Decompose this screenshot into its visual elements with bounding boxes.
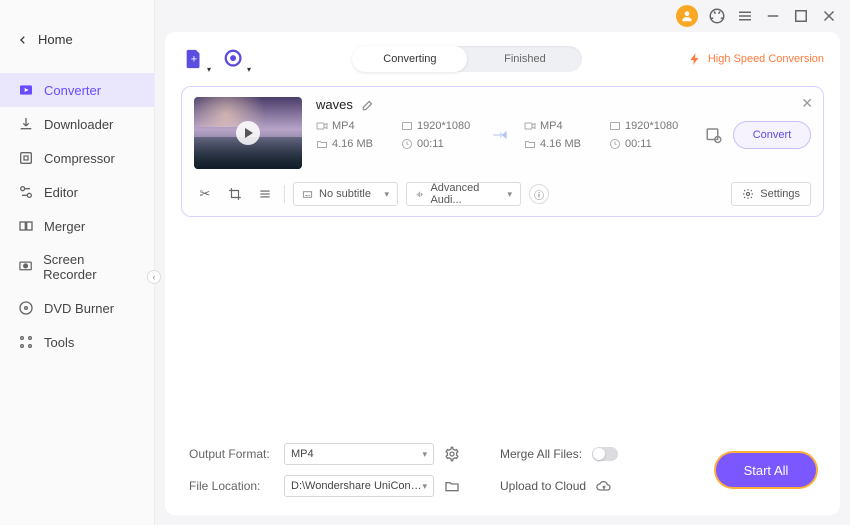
task-card: ✕ waves MP4 4.16 MB: [181, 86, 824, 217]
editor-icon: [18, 184, 34, 200]
add-file-button[interactable]: + ▾: [181, 46, 207, 72]
dst-duration: 00:11: [625, 138, 652, 150]
src-format: MP4: [332, 120, 355, 132]
dst-size: 4.16 MB: [540, 138, 581, 150]
task-settings-button[interactable]: Settings: [731, 182, 811, 206]
close-icon[interactable]: [820, 7, 838, 25]
output-settings-icon[interactable]: [705, 126, 723, 144]
crop-icon[interactable]: [224, 183, 246, 205]
start-all-button[interactable]: Start All: [716, 453, 816, 487]
edit-title-icon[interactable]: [361, 98, 375, 112]
convert-button[interactable]: Convert: [733, 121, 811, 149]
audio-select[interactable]: Advanced Audi... ▾: [406, 182, 521, 206]
info-icon[interactable]: ⓘ: [529, 184, 549, 204]
sidebar-item-compressor[interactable]: Compressor: [0, 141, 154, 175]
audio-value: Advanced Audi...: [430, 182, 501, 206]
file-location-label: File Location:: [189, 479, 274, 493]
compressor-icon: [18, 150, 34, 166]
video-icon: [524, 120, 536, 132]
sidebar-item-label: Tools: [44, 335, 74, 350]
sidebar-item-editor[interactable]: Editor: [0, 175, 154, 209]
sidebar-item-tools[interactable]: Tools: [0, 325, 154, 359]
sidebar-item-downloader[interactable]: Downloader: [0, 107, 154, 141]
merge-toggle[interactable]: [592, 447, 618, 461]
file-location-select[interactable]: D:\Wondershare UniConverter 1 ▾: [284, 475, 434, 497]
sidebar-item-converter[interactable]: Converter: [0, 73, 154, 107]
src-size: 4.16 MB: [332, 138, 373, 150]
tab-converting[interactable]: Converting: [352, 46, 467, 72]
content-card: + ▾ ▾ Converting Finished High Speed Con…: [165, 32, 840, 515]
sidebar: Home Converter Downloader Compressor Edi…: [0, 0, 155, 525]
downloader-icon: [18, 116, 34, 132]
high-speed-conversion[interactable]: High Speed Conversion: [688, 52, 824, 66]
card-toolbar: + ▾ ▾ Converting Finished High Speed Con…: [181, 46, 824, 72]
task-close-button[interactable]: ✕: [801, 95, 813, 112]
sidebar-item-dvd-burner[interactable]: DVD Burner: [0, 291, 154, 325]
dst-format: MP4: [540, 120, 563, 132]
trim-icon[interactable]: ✂: [194, 183, 216, 205]
sidebar-item-label: Converter: [44, 83, 101, 98]
folder-icon: [524, 138, 536, 150]
subtitle-value: No subtitle: [319, 188, 371, 200]
video-thumbnail[interactable]: [194, 97, 302, 169]
bottom-bar: Output Format: MP4 ▾ Merge All Files: Fi…: [181, 431, 824, 501]
resolution-icon: [401, 120, 413, 132]
tools-icon: [18, 334, 34, 350]
output-format-value: MP4: [291, 448, 314, 460]
menu-icon[interactable]: [736, 7, 754, 25]
maximize-icon[interactable]: [792, 7, 810, 25]
upload-label: Upload to Cloud: [500, 479, 586, 493]
sidebar-item-merger[interactable]: Merger: [0, 209, 154, 243]
sidebar-item-screen-recorder[interactable]: Screen Recorder: [0, 243, 154, 291]
task-title: waves: [316, 97, 353, 112]
home-button[interactable]: Home: [0, 24, 154, 55]
open-folder-icon[interactable]: [444, 478, 460, 494]
dvd-burner-icon: [18, 300, 34, 316]
sidebar-collapse-handle[interactable]: ‹: [147, 270, 161, 284]
add-disc-button[interactable]: ▾: [221, 46, 247, 72]
clock-icon: [401, 138, 413, 150]
dst-resolution: 1920*1080: [625, 120, 678, 132]
merger-icon: [18, 218, 34, 234]
tab-finished[interactable]: Finished: [467, 46, 582, 72]
sidebar-item-label: Merger: [44, 219, 85, 234]
svg-text:+: +: [191, 54, 197, 66]
sidebar-item-label: DVD Burner: [44, 301, 114, 316]
support-icon[interactable]: [708, 7, 726, 25]
home-label: Home: [38, 32, 73, 47]
high-speed-label: High Speed Conversion: [708, 53, 824, 65]
folder-icon: [316, 138, 328, 150]
output-format-select[interactable]: MP4 ▾: [284, 443, 434, 465]
cloud-upload-icon[interactable]: [596, 478, 612, 494]
main: + ▾ ▾ Converting Finished High Speed Con…: [165, 32, 840, 515]
resolution-icon: [609, 120, 621, 132]
src-duration: 00:11: [417, 138, 444, 150]
converter-icon: [18, 82, 34, 98]
sidebar-item-label: Editor: [44, 185, 78, 200]
effects-icon[interactable]: [254, 183, 276, 205]
screen-recorder-icon: [18, 259, 33, 275]
user-avatar[interactable]: [676, 5, 698, 27]
merge-label: Merge All Files:: [500, 447, 582, 461]
sidebar-item-label: Downloader: [44, 117, 113, 132]
file-location-value: D:\Wondershare UniConverter 1: [291, 480, 422, 492]
task-info: waves MP4 4.16 MB 1920*1080 00:11: [316, 97, 811, 150]
output-format-label: Output Format:: [189, 447, 274, 461]
output-settings-gear-icon[interactable]: [444, 446, 460, 462]
clock-icon: [609, 138, 621, 150]
settings-label: Settings: [760, 188, 800, 200]
play-icon: [236, 121, 260, 145]
sidebar-item-label: Screen Recorder: [43, 252, 136, 282]
titlebar: [664, 0, 850, 32]
minimize-icon[interactable]: [764, 7, 782, 25]
sidebar-item-label: Compressor: [44, 151, 115, 166]
divider: [284, 185, 285, 203]
subtitle-select[interactable]: No subtitle ▾: [293, 182, 398, 206]
task-footer: ✂ No subtitle ▾ Advanced Audi... ▾ ⓘ: [194, 181, 811, 206]
arrow-icon: [486, 125, 514, 145]
video-icon: [316, 120, 328, 132]
src-resolution: 1920*1080: [417, 120, 470, 132]
tab-switch: Converting Finished: [352, 46, 582, 72]
